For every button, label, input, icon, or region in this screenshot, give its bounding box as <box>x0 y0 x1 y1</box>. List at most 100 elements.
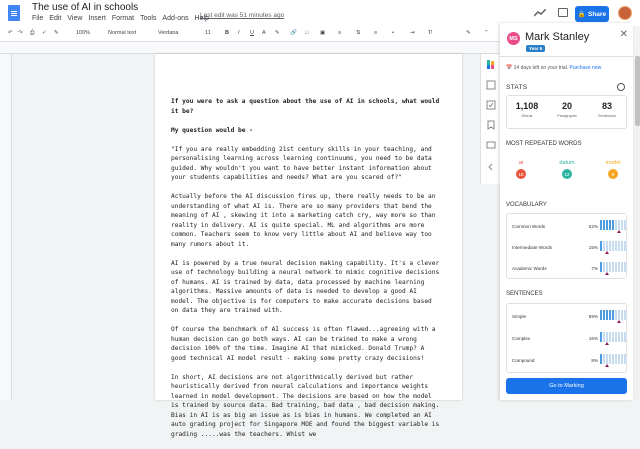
bookmark-icon[interactable] <box>486 120 496 130</box>
vocab-level-bar <box>600 262 626 272</box>
undo-icon[interactable]: ↶ <box>8 30 13 36</box>
menu-view[interactable]: View <box>67 15 82 22</box>
spellcheck-icon[interactable]: ✓ <box>42 30 47 36</box>
activity-trend-icon[interactable] <box>534 9 546 17</box>
level-segment <box>612 241 614 251</box>
menu-format[interactable]: Format <box>112 15 134 22</box>
menu-insert[interactable]: Insert <box>88 15 106 22</box>
level-segment <box>612 310 614 320</box>
formatting-toolbar: ↶ ↷ ⎙ ✓ ✎ 100% Normal text Verdana 11 B … <box>0 26 500 42</box>
align-icon[interactable]: ≡ <box>338 30 341 36</box>
share-button[interactable]: 🔒 Share <box>575 6 609 22</box>
box-icon[interactable] <box>486 140 496 150</box>
refresh-icon[interactable] <box>617 83 625 91</box>
menu-file[interactable]: File <box>32 15 43 22</box>
link-icon[interactable]: 🔗 <box>290 30 297 36</box>
level-segment <box>624 354 626 364</box>
document-page[interactable]: If you were to ask a question about the … <box>155 54 462 438</box>
last-edit-link[interactable]: Last edit was 51 minutes ago <box>200 12 284 19</box>
level-segment <box>600 310 602 320</box>
level-segment <box>603 241 605 251</box>
highlight-icon[interactable]: ✎ <box>275 30 280 36</box>
menu-addons[interactable]: Add-ons <box>162 15 188 22</box>
menu-tools[interactable]: Tools <box>140 15 156 22</box>
indent-icon[interactable]: ⇥ <box>410 30 415 36</box>
go-to-marking-button[interactable]: Go to Marking <box>506 378 627 394</box>
calendar-icon: 📅 <box>506 65 513 71</box>
zoom-select[interactable]: 100% <box>76 30 90 36</box>
repeated-words-heading: MOST REPEATED WORDS <box>506 141 582 147</box>
vertical-ruler[interactable] <box>0 54 12 400</box>
document-title[interactable]: The use of AI in schools <box>32 2 138 13</box>
scrollbar-thumb[interactable] <box>635 56 640 126</box>
font-select[interactable]: Verdana <box>158 30 179 36</box>
trial-days: 14 <box>513 65 520 71</box>
bulleted-list-icon[interactable]: • <box>392 30 394 36</box>
redo-icon[interactable]: ↷ <box>18 30 23 36</box>
stat-label: Words <box>521 114 533 118</box>
text-color-icon[interactable]: A <box>262 30 266 36</box>
level-segment <box>600 241 602 251</box>
stats-heading: STATS <box>506 84 528 91</box>
vocab-label: Intermediate Words <box>512 245 553 250</box>
level-segment <box>600 262 602 272</box>
level-segment <box>609 262 611 272</box>
level-segment <box>618 220 620 230</box>
font-size-select[interactable]: 11 <box>205 30 211 36</box>
account-avatar[interactable] <box>618 6 632 20</box>
level-segment <box>603 354 605 364</box>
repeated-word[interactable]: datum 12 <box>552 160 582 179</box>
stat-sentences: 83 Sentences <box>587 101 627 118</box>
calendar-icon[interactable] <box>486 80 496 90</box>
bold-icon[interactable]: B <box>225 30 229 36</box>
sentence-row-compound: Compound 8% <box>512 354 626 367</box>
stats-card: 1,108 Words 20 Paragraphs 83 Sentences <box>506 95 627 129</box>
underline-icon[interactable]: U <box>250 30 254 36</box>
paragraph: AI is powered by a true neural decision … <box>171 259 440 315</box>
sentence-row-complex: Complex 16% <box>512 332 626 345</box>
level-segment <box>618 332 620 342</box>
sentence-label: Simple <box>512 314 527 319</box>
paragraph: In short, AI decisions are not algorithm… <box>171 373 440 438</box>
level-segment <box>606 310 608 320</box>
image-icon[interactable]: ▣ <box>320 30 325 36</box>
tasks-icon[interactable] <box>486 100 496 110</box>
italic-icon[interactable]: I <box>238 30 240 36</box>
level-segment <box>621 354 623 364</box>
editing-mode-icon[interactable]: ✎ <box>466 30 471 36</box>
level-segment <box>603 310 605 320</box>
stat-value: 1,108 <box>515 101 539 111</box>
docs-logo-icon[interactable] <box>8 5 20 21</box>
close-icon[interactable]: ✕ <box>620 29 628 40</box>
user-avatar: MS <box>507 32 520 45</box>
sentences-card: Simple 59% Complex 16% Compound 8% <box>506 303 627 373</box>
side-icon-strip <box>480 54 500 184</box>
addon-logo-icon[interactable] <box>486 60 496 70</box>
level-segment <box>606 241 608 251</box>
stat-value: 20 <box>561 101 572 111</box>
repeated-word[interactable]: model 9 <box>598 160 628 179</box>
trial-text: days left on your trial. <box>520 65 569 71</box>
writing-analytics-panel: MS Mark Stanley Year 6 ✕ 📅 14 days left … <box>500 23 633 400</box>
target-marker <box>617 230 621 233</box>
insert-comment-icon[interactable]: □ <box>305 30 308 36</box>
target-marker <box>617 320 621 323</box>
target-marker <box>605 364 609 367</box>
repeated-word[interactable]: ai 15 <box>506 160 536 179</box>
horizontal-ruler[interactable] <box>0 42 500 54</box>
print-icon[interactable]: ⎙ <box>30 30 34 37</box>
style-select[interactable]: Normal text <box>108 30 136 36</box>
collapse-icon[interactable]: ⌃ <box>484 30 489 36</box>
purchase-link[interactable]: Purchase now <box>570 65 602 71</box>
clear-format-icon[interactable]: T̸ <box>428 30 431 36</box>
document-body[interactable]: If you were to ask a question about the … <box>171 97 441 449</box>
line-spacing-icon[interactable]: ⇅ <box>356 30 361 36</box>
numbered-list-icon[interactable]: ≡ <box>374 30 377 36</box>
collapse-panel-icon[interactable] <box>486 162 496 172</box>
comment-icon[interactable] <box>558 8 568 17</box>
menu-edit[interactable]: Edit <box>49 15 61 22</box>
paint-format-icon[interactable]: ✎ <box>54 30 59 36</box>
level-segment <box>615 354 617 364</box>
level-segment <box>624 310 626 320</box>
sentence-pct: 59% <box>588 314 598 319</box>
